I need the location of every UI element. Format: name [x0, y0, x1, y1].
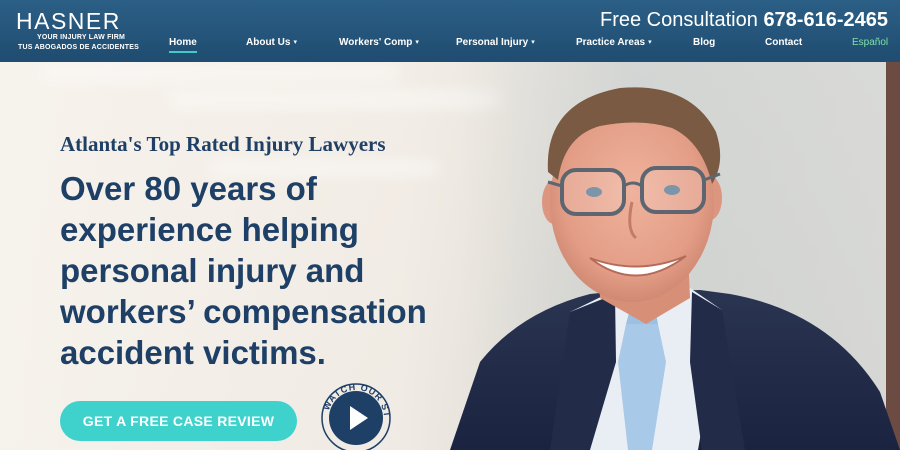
- nav-blog[interactable]: Blog: [693, 36, 715, 50]
- main-nav: Home About Us ▾ Workers' Comp ▾ Personal I…: [0, 36, 900, 56]
- phone-link[interactable]: 678-616-2465: [763, 9, 888, 31]
- nav-about-us[interactable]: About Us ▾: [246, 36, 297, 50]
- chevron-down-icon: ▾: [293, 39, 297, 46]
- hero-subtitle: Atlanta's Top Rated Injury Lawyers: [60, 132, 386, 156]
- chevron-down-icon: ▾: [415, 39, 419, 46]
- nav-personal-injury[interactable]: Personal Injury ▾: [456, 36, 535, 50]
- nav-home-label: Home: [169, 37, 197, 48]
- nav-workers-comp-label: Workers' Comp: [339, 37, 413, 48]
- logo-name: HASNER: [16, 8, 121, 34]
- chevron-down-icon: ▾: [648, 39, 652, 46]
- nav-workers-comp[interactable]: Workers' Comp ▾: [339, 36, 419, 50]
- ceiling-light: [40, 66, 400, 80]
- nav-practice-areas[interactable]: Practice Areas ▾: [576, 36, 652, 50]
- nav-espanol[interactable]: Español: [852, 36, 888, 50]
- chevron-down-icon: ▾: [531, 39, 535, 46]
- nav-espanol-label: Español: [852, 37, 889, 48]
- nav-about-us-label: About Us: [246, 37, 291, 48]
- site-header: HASNER YOUR INJURY LAW FIRM TUS ABOGADOS…: [0, 0, 900, 62]
- consultation-label: Free Consultation: [600, 9, 758, 31]
- hero-section: Atlanta's Top Rated Injury Lawyers Over …: [0, 62, 900, 450]
- attorney-photo: [450, 87, 900, 450]
- nav-blog-label: Blog: [693, 37, 716, 48]
- nav-personal-injury-label: Personal Injury: [456, 37, 529, 48]
- nav-practice-areas-label: Practice Areas: [576, 37, 646, 48]
- watch-our-story-button[interactable]: WATCH OUR STORY: [308, 370, 404, 450]
- nav-contact[interactable]: Contact: [765, 36, 802, 50]
- free-case-review-button[interactable]: GET A FREE CASE REVIEW: [60, 401, 297, 441]
- free-consultation: Free Consultation 678-616-2465: [600, 9, 888, 32]
- nav-contact-label: Contact: [765, 37, 803, 48]
- nav-home[interactable]: Home: [169, 36, 197, 53]
- hero-headline: Over 80 years of experience helping pers…: [60, 170, 427, 371]
